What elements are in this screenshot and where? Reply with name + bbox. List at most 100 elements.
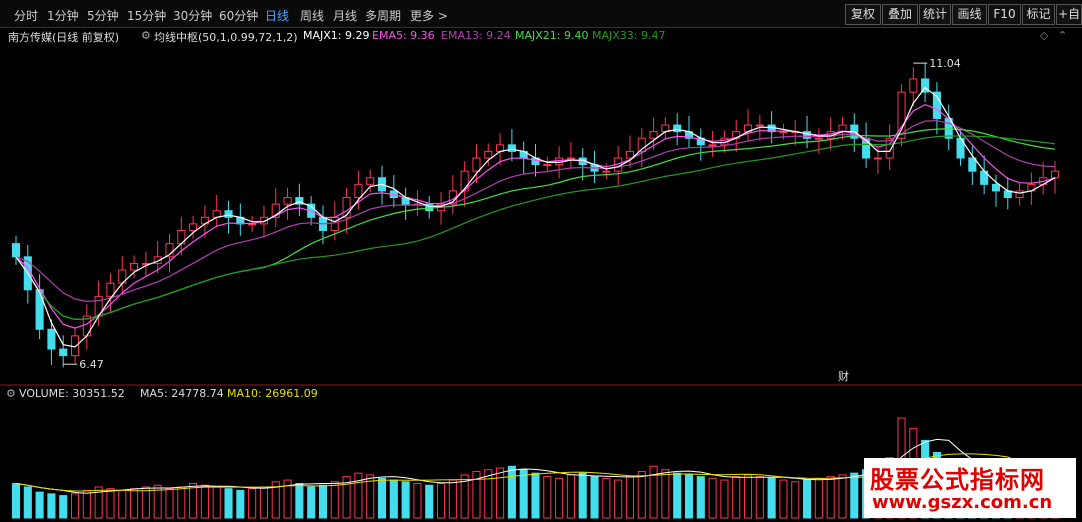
volume-bar: [496, 467, 505, 519]
volume-bar: [330, 481, 339, 519]
indicator-majx1: MAJX1: 9.29: [303, 29, 370, 42]
candle-body: [755, 124, 764, 127]
volume-bar: [590, 476, 599, 519]
volume-bar: [106, 488, 115, 519]
volume-bar: [578, 472, 587, 519]
toolbar-button-6[interactable]: +自: [1056, 4, 1082, 25]
volume-bar: [165, 488, 174, 519]
period-tab-8[interactable]: 月线: [333, 7, 357, 24]
candle-body: [189, 223, 198, 231]
candle-body: [873, 157, 882, 160]
volume-bar: [779, 479, 788, 519]
settings-caret-icon[interactable]: ⌃: [1058, 29, 1067, 42]
period-tab-3[interactable]: 15分钟: [127, 7, 166, 24]
toolbar-button-4[interactable]: F10: [988, 4, 1021, 25]
volume-bar: [448, 479, 457, 519]
period-tab-10[interactable]: 更多 >: [410, 7, 448, 24]
period-toolbar: 分时 1分钟 5分钟 15分钟 30分钟 60分钟 日线 周线 月线 多周期 更多 > 复权 叠加 统计…: [0, 0, 1082, 28]
volume-bar: [295, 483, 304, 519]
volume-bar: [803, 479, 812, 519]
volume-ma10: MA10: 26961.09: [227, 387, 318, 400]
indicator-ema5: EMA5: 9.36: [372, 29, 435, 42]
period-tab-4[interactable]: 30分钟: [173, 7, 212, 24]
candle-body: [11, 243, 21, 258]
volume-bar: [602, 477, 611, 519]
volume-bar: [850, 472, 859, 519]
period-tab-1[interactable]: 1分钟: [47, 7, 79, 24]
volume-bar: [696, 476, 705, 519]
volume-gear-icon[interactable]: ⚙: [6, 387, 16, 400]
indicator-majx21: MAJX21: 9.40: [515, 29, 589, 42]
volume-bar: [413, 483, 422, 519]
candle-body: [507, 144, 516, 152]
period-tab-5[interactable]: 60分钟: [219, 7, 258, 24]
candle-body: [59, 348, 68, 357]
candle-body: [673, 124, 682, 133]
period-tab-7[interactable]: 周线: [300, 7, 324, 24]
indicator-ema13: EMA13: 9.24: [441, 29, 511, 42]
volume-bar: [23, 486, 32, 519]
toolbar-button-3[interactable]: 画线: [952, 4, 987, 25]
volume-bar: [743, 474, 753, 519]
period-tab-2[interactable]: 5分钟: [87, 7, 119, 24]
volume-bar: [59, 495, 68, 519]
low-price-label: 6.47: [79, 358, 104, 371]
volume-bar: [543, 476, 552, 519]
volume-bar: [47, 493, 56, 519]
toolbar-button-5[interactable]: 标记: [1022, 4, 1055, 25]
candle-body: [283, 197, 292, 205]
volume-bar: [437, 483, 446, 519]
volume-bar: [224, 488, 233, 519]
candle-body: [472, 157, 481, 172]
volume-bar: [673, 472, 682, 519]
volume-bar: [307, 486, 316, 519]
volume-bar: [130, 488, 139, 519]
volume-bar: [814, 477, 823, 519]
volume-bar: [11, 483, 21, 519]
volume-bar: [555, 477, 564, 519]
indicator-gear-icon[interactable]: ⚙: [141, 29, 151, 42]
toolbar-button-1[interactable]: 叠加: [882, 4, 918, 25]
volume-bar: [720, 479, 729, 519]
period-tab-0[interactable]: 分时: [14, 7, 38, 24]
high-price-label: 11.04: [929, 57, 961, 70]
indicator-majx33: MAJX33: 9.47: [592, 29, 666, 42]
volume-bar: [531, 472, 540, 519]
finance-marker: 财: [838, 369, 849, 383]
volume-value: VOLUME: 30351.52: [19, 387, 125, 400]
toolbar-button-2[interactable]: 统计: [919, 4, 951, 25]
candle-body: [330, 216, 339, 231]
site-watermark: 股票公式指标网 www.gszx.com.cn: [864, 458, 1076, 518]
candle-body: [224, 210, 233, 218]
volume-bar: [82, 489, 91, 519]
volume-bar: [177, 486, 186, 519]
candle-body: [602, 170, 611, 173]
volume-bar: [625, 476, 634, 519]
volume-bar: [519, 469, 528, 519]
volume-bar: [425, 484, 434, 519]
candle-body: [543, 164, 552, 167]
volume-bar: [318, 484, 328, 519]
price-chart[interactable]: 11.04 6.47 财: [0, 42, 1082, 386]
volume-bar: [637, 470, 646, 519]
volume-bar: [755, 476, 764, 519]
volume-bar: [732, 476, 741, 519]
period-tab-6[interactable]: 日线: [265, 7, 289, 24]
candle-body: [708, 144, 717, 147]
candle-body: [909, 78, 918, 93]
volume-bar: [248, 488, 257, 519]
toolbar-button-0[interactable]: 复权: [845, 4, 881, 25]
volume-bar: [236, 489, 245, 519]
volume-panel-header: ⚙ VOLUME: 30351.52 MA5: 24778.74 MA10: 2…: [0, 386, 1082, 402]
watermark-title: 股票公式指标网: [870, 466, 1045, 494]
volume-bar: [684, 474, 694, 519]
candle-body: [47, 328, 56, 350]
volume-ma5: MA5: 24778.74: [140, 387, 224, 400]
volume-bar: [401, 481, 410, 519]
volume-bar: [377, 477, 387, 519]
candle-body: [566, 157, 575, 160]
candle-body: [70, 335, 80, 357]
period-tab-9[interactable]: 多周期: [365, 7, 401, 24]
collapse-icon[interactable]: ◇: [1040, 29, 1048, 42]
candle-body: [991, 183, 1001, 192]
